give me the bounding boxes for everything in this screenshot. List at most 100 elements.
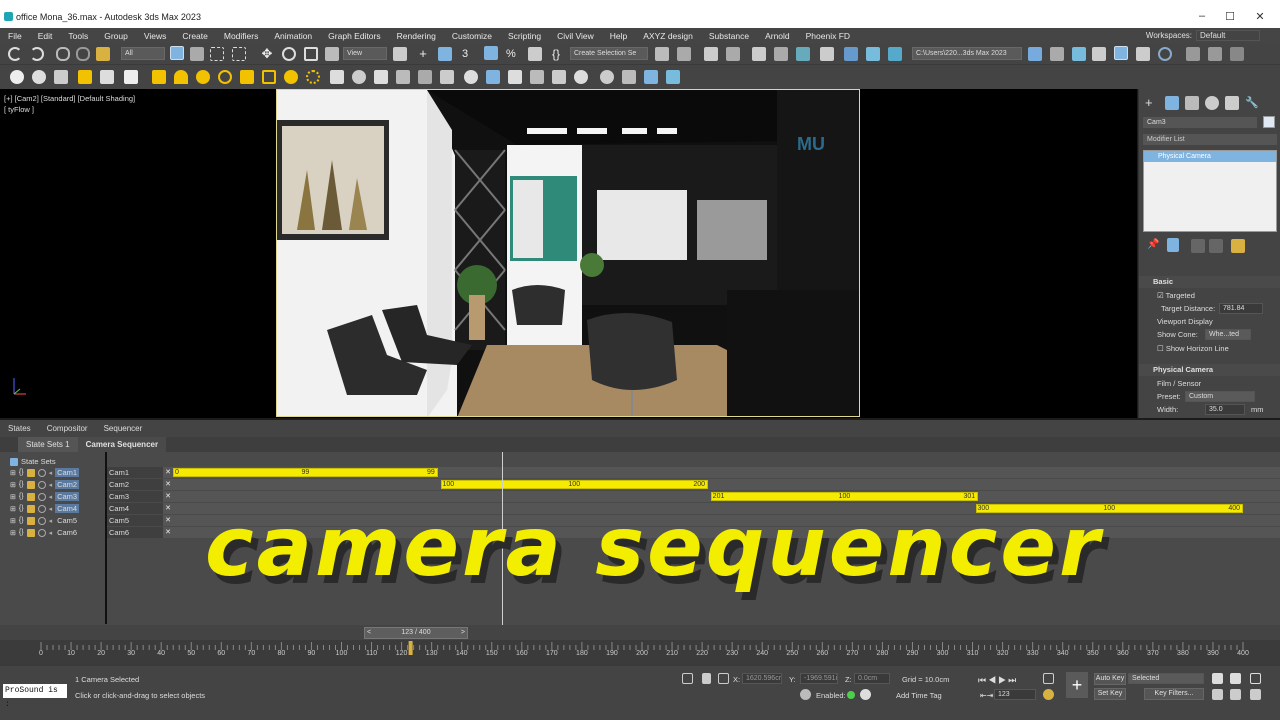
sequence-camera-name[interactable]: Cam6 (107, 527, 163, 538)
fur-icon[interactable] (396, 70, 410, 84)
time-next-button[interactable]: > (461, 628, 465, 638)
auto-key-button[interactable]: Auto Key (1094, 673, 1126, 685)
adaptive-degradation-icon[interactable] (800, 689, 811, 700)
menu-group[interactable]: Group (96, 31, 136, 41)
create-tab-icon[interactable]: + (1145, 96, 1159, 110)
tree-root[interactable]: State Sets (10, 456, 56, 467)
frame-buffer-icon[interactable] (600, 70, 614, 84)
snap-3d-icon[interactable]: 3 (462, 47, 476, 61)
motion-tab-icon[interactable] (1205, 96, 1219, 110)
light-icon[interactable] (78, 70, 92, 84)
hierarchy-tab-icon[interactable] (1185, 96, 1199, 110)
visibility-icon[interactable] (37, 468, 46, 477)
time-config-icon[interactable] (1043, 689, 1054, 700)
visibility-icon[interactable] (37, 492, 46, 501)
render-elements-icon[interactable] (574, 70, 588, 84)
utilities-tab-icon[interactable]: 🔧 (1245, 96, 1259, 110)
frame-nav-icon[interactable]: ⇤⇥ (980, 691, 993, 700)
rotate-icon[interactable] (282, 47, 296, 61)
lister-icon[interactable] (552, 70, 566, 84)
align-icon[interactable] (677, 47, 691, 61)
object-color-swatch[interactable] (1263, 116, 1275, 128)
sky-icon[interactable] (306, 70, 320, 84)
x-coordinate[interactable]: 1620.596cr (742, 673, 782, 684)
sequence-camera-name[interactable]: Cam3 (107, 491, 163, 502)
tree-camera-row[interactable]: ⊞{} ◂ Cam2 (10, 479, 80, 490)
menu-phoenix-fd[interactable]: Phoenix FD (798, 31, 858, 41)
scene-explorer-icon[interactable] (704, 47, 718, 61)
tree-camera-row[interactable]: ⊞{} ◂ Cam4 (10, 503, 80, 514)
render-active-icon[interactable] (888, 47, 902, 61)
time-tag-icon[interactable] (860, 689, 871, 700)
dome-light-icon[interactable] (174, 70, 188, 84)
menu-axyz-design[interactable]: AXYZ design (635, 31, 701, 41)
bind-spacewarp-icon[interactable] (96, 47, 110, 61)
sequence-camera-name[interactable]: Cam5 (107, 515, 163, 526)
menu-file[interactable]: File (0, 31, 30, 41)
playback-controls[interactable]: ⏮◀▶⏭ (978, 675, 1018, 686)
sphere-light-icon[interactable] (196, 70, 210, 84)
menu-create[interactable]: Create (174, 31, 216, 41)
isolate-icon[interactable] (682, 673, 693, 684)
menu-arnold[interactable]: Arnold (757, 31, 798, 41)
camera-icon[interactable] (100, 70, 114, 84)
key-filters-button[interactable]: Key Filters... (1144, 688, 1204, 700)
ipr-icon[interactable] (622, 70, 636, 84)
tree-camera-row[interactable]: ⊞{} ◂ Cam5 (10, 515, 79, 526)
keyboard-shortcut-icon[interactable] (438, 47, 452, 61)
proxy-icon[interactable] (330, 70, 344, 84)
undo-icon[interactable] (8, 47, 22, 61)
camera-viewport[interactable]: [+] [Cam2] [Standard] [Default Shading] … (0, 89, 1137, 418)
select-object-icon[interactable] (170, 46, 184, 60)
help-icon[interactable] (1158, 47, 1172, 61)
sequence-clip-bar[interactable]: 100 100 200 (440, 480, 708, 489)
time-slider[interactable]: < 123 / 400 > (364, 627, 468, 639)
material-lib-icon[interactable] (486, 70, 500, 84)
sequence-camera-name[interactable]: Cam1 (107, 467, 163, 478)
workspaces-dropdown[interactable]: Default (1196, 30, 1260, 41)
move-icon[interactable]: ✥ (260, 47, 274, 61)
percent-snap-icon[interactable]: % (506, 47, 520, 61)
modifier-list-dropdown[interactable]: Modifier List (1143, 134, 1277, 145)
add-time-tag[interactable]: Add Time Tag (896, 691, 942, 700)
project-folder-icon[interactable] (1028, 47, 1042, 61)
teapot-icon[interactable] (10, 70, 24, 84)
tree-camera-row[interactable]: ⊞{} ◂ Cam6 (10, 527, 79, 538)
z-coordinate[interactable]: 0.0cm (854, 673, 890, 684)
toolbar-icon[interactable] (1092, 47, 1106, 61)
tree-camera-row[interactable]: ⊞{} ◂ Cam3 (10, 491, 80, 502)
tab-sequencer[interactable]: Sequencer (96, 424, 151, 433)
asset-tracking-icon[interactable] (1072, 47, 1086, 61)
menu-scripting[interactable]: Scripting (500, 31, 549, 41)
field-of-view-icon[interactable] (1212, 689, 1223, 700)
object-name-field[interactable]: Cam3 (1143, 117, 1257, 128)
maximize-button[interactable]: ☐ (1218, 10, 1242, 23)
link-icon[interactable] (56, 47, 70, 61)
tab-states[interactable]: States (0, 424, 39, 433)
y-coordinate[interactable]: -1969.591i (800, 673, 838, 684)
visibility-icon[interactable] (37, 516, 46, 525)
menu-rendering[interactable]: Rendering (389, 31, 444, 41)
expand-icon[interactable]: ⊞ (10, 505, 16, 513)
target-distance-spinner[interactable]: 781.84 (1219, 303, 1263, 314)
key-mode-icon[interactable] (1043, 673, 1054, 684)
width-spinner[interactable]: 35.0 (1205, 404, 1245, 415)
targeted-checkbox[interactable]: ☑ Targeted (1157, 291, 1195, 300)
angle-snap-icon[interactable] (484, 46, 498, 60)
display-tab-icon[interactable] (1225, 96, 1239, 110)
expand-icon[interactable]: ⊞ (10, 481, 16, 489)
zoom-extents-icon[interactable] (1250, 673, 1261, 684)
ies-light-icon[interactable] (218, 70, 232, 84)
remove-camera-button[interactable]: ✕ (163, 515, 173, 526)
menu-help[interactable]: Help (602, 31, 635, 41)
tool-icon-a[interactable] (1186, 47, 1200, 61)
show-cone-dropdown[interactable]: Whe...ted (1205, 329, 1251, 340)
expand-icon[interactable]: ⊞ (10, 517, 16, 525)
render-production-icon[interactable] (866, 47, 880, 61)
menu-substance[interactable]: Substance (701, 31, 757, 41)
mirror-icon[interactable] (655, 47, 669, 61)
modify-tab-icon[interactable] (1165, 96, 1179, 110)
tab-camera-sequencer[interactable]: Camera Sequencer (77, 437, 167, 452)
make-unique-icon[interactable] (1191, 239, 1205, 253)
remove-camera-button[interactable]: ✕ (163, 467, 173, 478)
